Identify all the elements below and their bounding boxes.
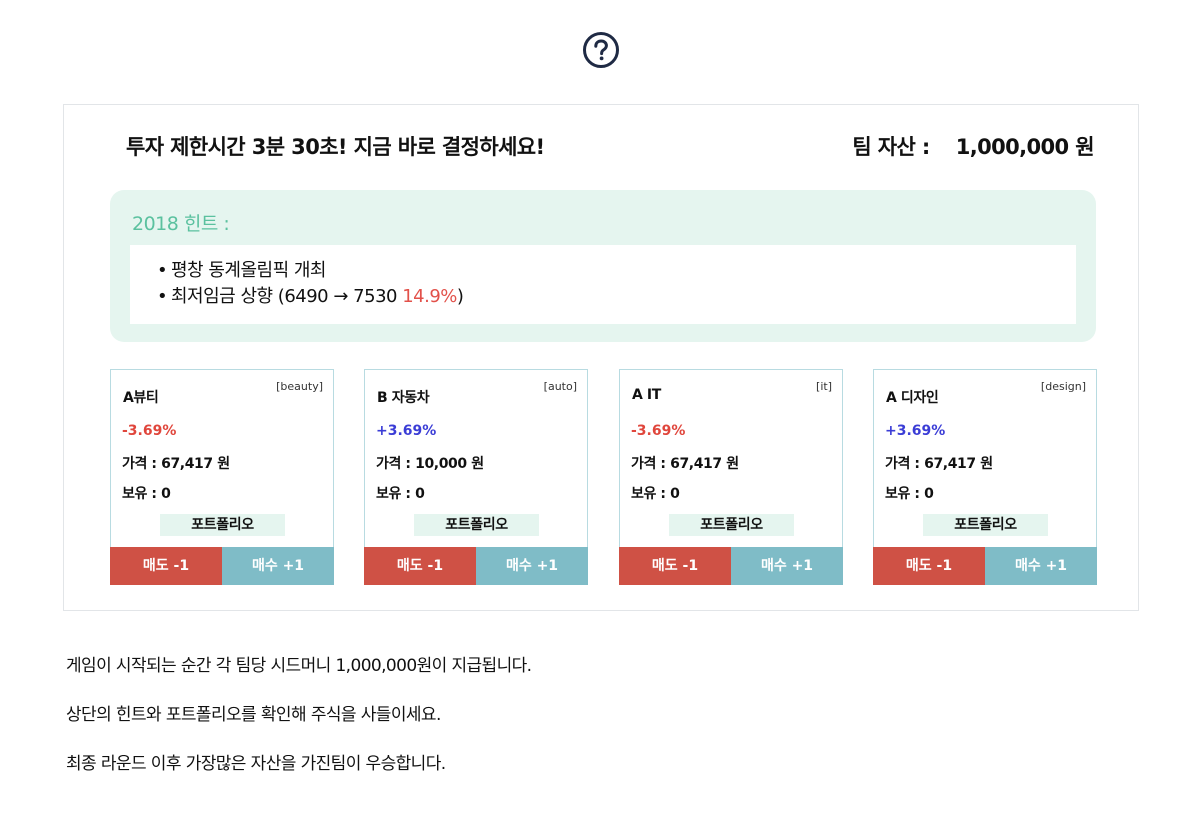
hint-item: 평창 동계올림픽 개최 [157, 258, 1076, 284]
stock-price: 가격 : 67,417 원 [885, 456, 993, 472]
stock-card: B 자동차 [auto] +3.69% 가격 : 10,000 원 보유 : 0… [364, 369, 588, 585]
help-icon[interactable] [582, 31, 620, 69]
sell-button[interactable]: 매도 -1 [364, 547, 476, 585]
buy-button[interactable]: 매수 +1 [222, 547, 334, 585]
buy-button[interactable]: 매수 +1 [476, 547, 588, 585]
stock-category: [it] [816, 380, 832, 393]
stock-change: +3.69% [885, 423, 946, 439]
stock-change: -3.69% [631, 423, 686, 439]
stock-holding: 보유 : 0 [122, 486, 171, 502]
stock-holding: 보유 : 0 [376, 486, 425, 502]
team-asset: 팀 자산 : 1,000,000 원 [852, 131, 1094, 161]
sell-button[interactable]: 매도 -1 [619, 547, 731, 585]
trade-buttons: 매도 -1 매수 +1 [873, 547, 1097, 585]
stock-change: -3.69% [122, 423, 177, 439]
portfolio-button[interactable]: 포트폴리오 [414, 514, 539, 536]
rule-line: 게임이 시작되는 순간 각 팀당 시드머니 1,000,000원이 지급됩니다. [66, 656, 532, 676]
stock-change: +3.69% [376, 423, 437, 439]
stock-category: [beauty] [276, 380, 323, 393]
rules-text: 게임이 시작되는 순간 각 팀당 시드머니 1,000,000원이 지급됩니다.… [66, 654, 532, 801]
question-circle-icon [583, 32, 619, 68]
stock-category: [auto] [543, 380, 577, 393]
portfolio-button[interactable]: 포트폴리오 [160, 514, 285, 536]
hint-item-suffix: ) [456, 286, 464, 307]
portfolio-button[interactable]: 포트폴리오 [669, 514, 794, 536]
stock-price: 가격 : 67,417 원 [631, 456, 739, 472]
stock-card: A IT [it] -3.69% 가격 : 67,417 원 보유 : 0 포트… [619, 369, 843, 585]
stock-name: B 자동차 [377, 390, 430, 406]
hint-title: 2018 힌트 : [132, 213, 230, 235]
stock-price: 가격 : 67,417 원 [122, 456, 230, 472]
stock-holding: 보유 : 0 [631, 486, 680, 502]
hint-box: 2018 힌트 : 평창 동계올림픽 개최 최저임금 상향 (6490 → 75… [110, 190, 1096, 342]
sell-button[interactable]: 매도 -1 [110, 547, 222, 585]
portfolio-button[interactable]: 포트폴리오 [923, 514, 1048, 536]
stock-name: A뷰티 [123, 390, 159, 406]
stock-holding: 보유 : 0 [885, 486, 934, 502]
team-asset-label: 팀 자산 : [852, 135, 930, 159]
stock-card: A 디자인 [design] +3.69% 가격 : 67,417 원 보유 :… [873, 369, 1097, 585]
buy-button[interactable]: 매수 +1 [985, 547, 1097, 585]
stock-name: A 디자인 [886, 390, 939, 406]
stock-name: A IT [632, 387, 661, 403]
trade-buttons: 매도 -1 매수 +1 [364, 547, 588, 585]
trade-buttons: 매도 -1 매수 +1 [619, 547, 843, 585]
rule-line: 상단의 힌트와 포트폴리오를 확인해 주식을 사들이세요. [66, 705, 441, 725]
team-asset-value: 1,000,000 원 [955, 135, 1095, 159]
hint-list: 평창 동계올림픽 개최 최저임금 상향 (6490 → 7530 14.9%) [130, 245, 1076, 324]
stock-card: A뷰티 [beauty] -3.69% 가격 : 67,417 원 보유 : 0… [110, 369, 334, 585]
hint-item-text: 최저임금 상향 (6490 → 7530 [171, 286, 403, 307]
rule-line: 최종 라운드 이후 가장많은 자산을 가진팀이 우승합니다. [66, 754, 446, 774]
hint-item: 최저임금 상향 (6490 → 7530 14.9%) [157, 284, 1076, 310]
hint-item-percent: 14.9% [402, 286, 457, 307]
trade-buttons: 매도 -1 매수 +1 [110, 547, 334, 585]
game-panel: 투자 제한시간 3분 30초! 지금 바로 결정하세요! 팀 자산 : 1,00… [63, 104, 1139, 611]
stock-price: 가격 : 10,000 원 [376, 456, 484, 472]
time-limit-title: 투자 제한시간 3분 30초! 지금 바로 결정하세요! [126, 135, 545, 159]
stock-category: [design] [1040, 380, 1086, 393]
buy-button[interactable]: 매수 +1 [731, 547, 843, 585]
sell-button[interactable]: 매도 -1 [873, 547, 985, 585]
